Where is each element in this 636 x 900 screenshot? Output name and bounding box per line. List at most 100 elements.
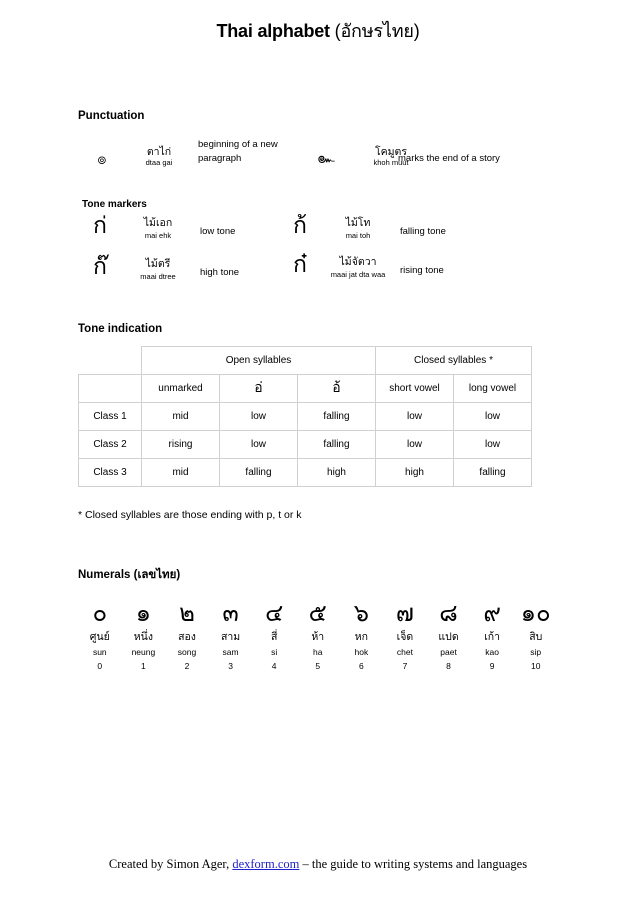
numeral-glyph: ๖ xyxy=(353,599,369,627)
section-heading-punctuation: Punctuation xyxy=(78,110,145,122)
table-header-row: unmarked อ่ อ้ short vowel long vowel xyxy=(78,373,532,403)
tone-marker-roman-name: mai ehk xyxy=(144,230,172,240)
numeral-value: 1 xyxy=(141,661,146,672)
numeral-item: ๙ เก้า kao 9 xyxy=(470,598,514,674)
numeral-glyph: ๘ xyxy=(439,599,458,627)
fongman-symbol: ๏ xyxy=(97,150,107,168)
table-cell: high xyxy=(375,457,454,487)
table-group-header-row: Open syllables Closed syllables * xyxy=(78,346,532,375)
table-cell: falling xyxy=(219,457,298,487)
table-group-header-open: Open syllables xyxy=(141,346,376,375)
tone-marker-names: ไม้เอก mai ehk xyxy=(122,217,194,240)
table-row: Class 3 mid falling high high falling xyxy=(78,457,532,487)
numeral-roman-name: sam xyxy=(222,646,239,657)
numeral-item: ๐ ศูนย์ sun 0 xyxy=(78,598,122,674)
numeral-value: 4 xyxy=(271,661,277,672)
punctuation-description: marks the end of a story xyxy=(398,153,500,164)
numeral-glyph: ๕ xyxy=(308,599,327,627)
numeral-glyph: ๑๐ xyxy=(520,599,551,627)
tone-marker-tone: falling tone xyxy=(400,226,446,237)
dexform-link[interactable]: dexform.com xyxy=(232,857,299,871)
footer-text-before: Created by Simon Ager, xyxy=(108,857,233,871)
numeral-value: 8 xyxy=(446,661,451,672)
numeral-value: 9 xyxy=(489,661,495,672)
numeral-item: ๓ สาม sam 3 xyxy=(209,598,253,674)
table-cell: low xyxy=(453,401,532,431)
numeral-thai-name: สี่ xyxy=(270,631,278,643)
table-cell: falling xyxy=(453,457,532,487)
table-group-header-closed: Closed syllables * xyxy=(375,346,532,375)
numeral-thai-name: หก xyxy=(354,631,368,643)
table-cell: high xyxy=(297,457,376,487)
section-heading-tone-markers: Tone markers xyxy=(82,199,147,210)
table-cell: low xyxy=(219,401,298,431)
numerals-list: ๐ ศูนย์ sun 0 ๑ หนึ่ง neung 1 ๒ สอง song… xyxy=(78,598,558,674)
numeral-roman-name: sip xyxy=(530,646,542,657)
numeral-value: 6 xyxy=(358,661,364,672)
numeral-glyph: ๒ xyxy=(179,599,195,627)
table-header-mai-tho: อ้ xyxy=(297,373,376,403)
table-row-label: Class 3 xyxy=(78,457,142,487)
tone-marker-thai-name: ไม้ตรี xyxy=(145,258,171,270)
numeral-thai-name: สาม xyxy=(220,631,241,643)
numeral-roman-name: song xyxy=(177,646,197,657)
section-heading-tone-indication: Tone indication xyxy=(78,323,163,335)
table-row: Class 1 mid low falling low low xyxy=(78,401,532,431)
numeral-item: ๗ เจ็ด chet 7 xyxy=(383,598,427,674)
numeral-roman-name: kao xyxy=(485,646,499,657)
page-title-thai: (อักษรไทย) xyxy=(334,21,420,41)
table-row: Class 2 rising low falling low low xyxy=(78,429,532,459)
tone-marker-thai-name: ไม้จัตวา xyxy=(339,256,377,268)
table-corner-blank xyxy=(78,346,142,375)
numeral-item: ๑ หนึ่ง neung 1 xyxy=(122,598,166,674)
table-header-long-vowel: long vowel xyxy=(453,373,532,403)
footer: Created by Simon Ager, dexform.com – the… xyxy=(0,857,636,872)
tone-marker-glyph: ก๋ xyxy=(293,252,307,278)
numeral-thai-name: แปด xyxy=(438,631,459,643)
punctuation-roman-name: dtaa gai xyxy=(145,158,173,168)
section-heading-numerals: Numerals (เลขไทย) xyxy=(78,566,180,584)
numeral-value: 2 xyxy=(184,661,190,672)
khomut-symbol: ๛ xyxy=(317,149,335,167)
numerals-heading-latin: Numerals xyxy=(78,569,134,581)
numeral-thai-name: สิบ xyxy=(529,631,543,643)
table-row-label: Class 2 xyxy=(78,429,142,459)
table-cell: rising xyxy=(141,429,220,459)
numeral-roman-name: chet xyxy=(396,646,413,657)
numeral-value: 0 xyxy=(97,661,103,672)
numeral-item: ๕ ห้า ha 5 xyxy=(296,598,340,674)
numeral-roman-name: sun xyxy=(92,646,107,657)
table-cell: falling xyxy=(297,401,376,431)
numeral-roman-name: si xyxy=(271,646,278,657)
tone-marker-glyph: ก่ xyxy=(93,213,107,239)
page-title: Thai alphabet (อักษรไทย) xyxy=(0,16,636,45)
numeral-value: 3 xyxy=(228,661,233,672)
numeral-roman-name: ha xyxy=(313,646,323,657)
tone-marker-names: ไม้ตรี maai dtree xyxy=(122,258,194,281)
numeral-thai-name: เจ็ด xyxy=(396,631,414,643)
tone-marker-glyph: ก้ xyxy=(293,213,307,239)
numeral-item: ๔ สี่ si 4 xyxy=(252,598,296,674)
numeral-item: ๑๐ สิบ sip 10 xyxy=(514,598,558,674)
tone-marker-roman-name: maai jat dta waa xyxy=(330,269,386,279)
numeral-value: 5 xyxy=(315,661,321,672)
tone-marker-thai-name: ไม้เอก xyxy=(143,217,173,229)
table-footnote: * Closed syllables are those ending with… xyxy=(78,509,302,521)
page-title-latin: Thai alphabet xyxy=(216,21,335,41)
tone-marker-tone: high tone xyxy=(200,267,240,278)
table-cell: mid xyxy=(141,401,220,431)
numeral-glyph: ๑ xyxy=(135,599,151,627)
numeral-thai-name: สอง xyxy=(178,631,196,643)
tone-indication-table: Open syllables Closed syllables * unmark… xyxy=(78,346,532,487)
tone-marker-tone: rising tone xyxy=(400,265,444,276)
tone-marker-roman-name: maai dtree xyxy=(140,271,176,281)
numeral-glyph: ๓ xyxy=(222,599,239,627)
tone-marker-glyph: ก๊ xyxy=(93,254,107,280)
numeral-roman-name: neung xyxy=(131,646,156,657)
tone-marker-tone: low tone xyxy=(200,226,236,237)
punctuation-row: ๏ ตาไก่ dtaa gai beginning of a new para… xyxy=(78,134,578,190)
table-row-label: Class 1 xyxy=(78,401,142,431)
tone-marker-names: ไม้จัตวา maai jat dta waa xyxy=(322,256,394,279)
numeral-thai-name: ห้า xyxy=(311,631,325,643)
table-header-unmarked: unmarked xyxy=(141,373,220,403)
